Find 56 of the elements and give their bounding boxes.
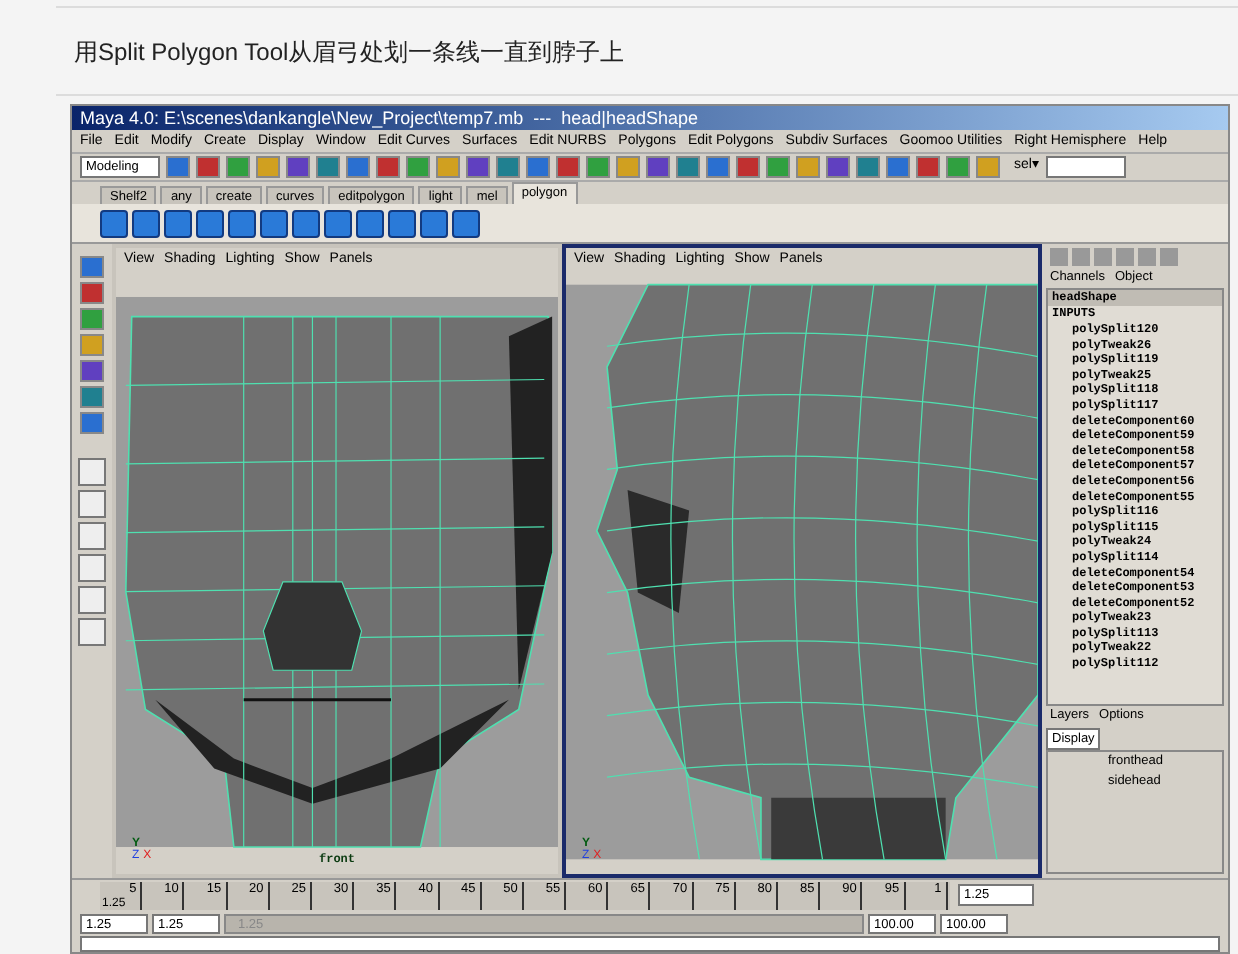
layout-icon[interactable]	[78, 554, 106, 582]
shelf-tool-icon[interactable]	[132, 209, 160, 237]
toolbar-icon[interactable]	[196, 156, 220, 178]
toolbar-icon[interactable]	[556, 156, 580, 178]
layout-icon[interactable]	[78, 618, 106, 646]
toolbar-icon[interactable]	[796, 156, 820, 178]
tool-icon[interactable]	[80, 308, 104, 330]
layout-icon[interactable]	[78, 490, 106, 518]
toolbar-icon[interactable]	[586, 156, 610, 178]
shelf-tool-icon[interactable]	[388, 209, 416, 237]
toolbar-icon[interactable]	[496, 156, 520, 178]
toolbar-icon[interactable]	[616, 156, 640, 178]
shelf-tool-icon[interactable]	[260, 209, 288, 237]
toolbar-icon[interactable]	[286, 156, 310, 178]
shelf-tool-icon[interactable]	[100, 209, 128, 237]
shelf-tool-icon[interactable]	[452, 209, 480, 237]
shelf-tool-icon[interactable]	[292, 209, 320, 237]
toolbar-icon[interactable]	[346, 156, 370, 178]
toolbar-icon[interactable]	[436, 156, 460, 178]
shelf-tool-icon[interactable]	[164, 209, 192, 237]
shelf-tool-icon[interactable]	[356, 209, 384, 237]
selection-field[interactable]	[1045, 156, 1126, 178]
toolbar-icon[interactable]	[676, 156, 700, 178]
toolbar-icon[interactable]	[976, 156, 1000, 178]
window-title: Maya 4.0: E:\scenes\dankangle\New_Project\temp7.mb --- head|headShape	[72, 106, 1228, 130]
tool-icon[interactable]	[80, 360, 104, 382]
toolbar-icon[interactable]	[166, 156, 190, 178]
toolbar-icon[interactable]	[946, 156, 970, 178]
toolbar-icon[interactable]	[646, 156, 670, 178]
toolbar-icon[interactable]	[406, 156, 430, 178]
toolbar-icon[interactable]	[736, 156, 760, 178]
shelf-tool-icon[interactable]	[228, 209, 256, 237]
tool-icon[interactable]	[80, 256, 104, 278]
toolbar-icon[interactable]	[256, 156, 280, 178]
tool-icon[interactable]	[80, 282, 104, 304]
toolbar-icon[interactable]	[526, 156, 550, 178]
toolbar-icon[interactable]	[856, 156, 880, 178]
toolbar-icon[interactable]	[706, 156, 730, 178]
layout-icon[interactable]	[78, 458, 106, 486]
shelf-tool-icon[interactable]	[420, 209, 448, 237]
toolbar-icon[interactable]	[916, 156, 940, 178]
toolbar-icon[interactable]	[376, 156, 400, 178]
tool-icon[interactable]	[80, 334, 104, 356]
toolbar-icon[interactable]	[316, 156, 340, 178]
caption-text: 用Split Polygon Tool从眉弓处划一条线一直到脖子上	[74, 35, 625, 69]
toolbar-icon[interactable]	[766, 156, 790, 178]
toolbar-icon[interactable]	[826, 156, 850, 178]
layout-icon[interactable]	[78, 522, 106, 550]
shelf-tool-icon[interactable]	[196, 209, 224, 237]
toolbar-icon[interactable]	[226, 156, 250, 178]
shelf-tool-icon[interactable]	[324, 209, 352, 237]
tool-icon[interactable]	[80, 412, 104, 434]
tool-icon[interactable]	[80, 386, 104, 408]
toolbar-icon[interactable]	[886, 156, 910, 178]
layout-icon[interactable]	[78, 586, 106, 614]
toolbar-icon[interactable]	[466, 156, 490, 178]
